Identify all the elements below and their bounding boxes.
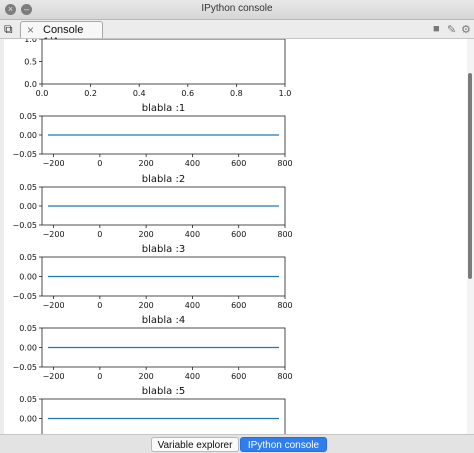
chart-title: blabla :1: [142, 103, 185, 114]
x-tick-label: −200: [43, 159, 65, 168]
tab-ipython-console[interactable]: IPython console: [240, 437, 327, 452]
y-tick-label: 1.0: [24, 39, 37, 44]
y-tick-label: 0.05: [19, 324, 37, 333]
x-tick-label: 600: [231, 372, 246, 381]
chart-title: blabla :4: [142, 315, 185, 326]
x-tick-label: 200: [139, 230, 154, 239]
x-tick-label: 800: [277, 230, 292, 239]
x-tick-label: 200: [139, 372, 154, 381]
x-tick-label: 600: [231, 230, 246, 239]
axes-frame: [41, 39, 286, 85]
x-tick-label: 0: [97, 230, 102, 239]
x-tick-label: 600: [231, 159, 246, 168]
chart-title: blabla :3: [142, 244, 185, 255]
x-tick-label: −200: [43, 230, 65, 239]
x-tick-label: 400: [185, 230, 200, 239]
y-tick-label: 0.05: [19, 253, 37, 262]
console-output[interactable]: 0.0 0.2 0.4 0.6 0.8 1.0 0.0 0.5 1.0 blabla :1 −200…: [4, 39, 467, 434]
eraser-icon[interactable]: ✎: [447, 23, 456, 36]
y-tick-label: 0.00: [19, 131, 37, 140]
y-tick-label: 0.00: [19, 273, 37, 282]
x-tick-label: −200: [43, 301, 65, 310]
x-tick-label: 400: [185, 159, 200, 168]
y-tick-label: 0.5: [24, 58, 37, 67]
y-tick-label: −0.05: [12, 150, 37, 159]
x-tick-label: 800: [277, 372, 292, 381]
x-tick-label: 0: [97, 301, 102, 310]
y-tick-label: −0.05: [12, 292, 37, 301]
y-tick-label: 0.05: [19, 112, 37, 121]
x-tick-label: 0: [97, 372, 102, 381]
stop-icon[interactable]: ■: [433, 23, 440, 35]
x-tick-label: 1.0: [279, 89, 292, 98]
x-tick-label: 600: [231, 301, 246, 310]
tab-variable-explorer[interactable]: Variable explorer: [151, 437, 239, 452]
chart-title: blabla :5: [142, 386, 185, 397]
x-tick-label: 0.6: [181, 89, 194, 98]
x-tick-label: 0.2: [84, 89, 97, 98]
x-tick-label: 0.4: [133, 89, 146, 98]
x-tick-label: 400: [185, 301, 200, 310]
tab-close-icon[interactable]: ×: [27, 23, 34, 37]
y-tick-label: 0.05: [19, 183, 37, 192]
x-tick-label: 200: [139, 301, 154, 310]
x-tick-label: 0.8: [230, 89, 243, 98]
y-tick-label: −0.05: [12, 363, 37, 372]
window-titlebar: × – IPython console: [0, 0, 474, 20]
axes-frame: [41, 398, 286, 434]
y-tick-label: 0.00: [19, 415, 37, 424]
vertical-scrollbar[interactable]: [467, 39, 474, 434]
window-title: IPython console: [201, 3, 273, 14]
x-tick-label: 400: [185, 372, 200, 381]
browse-tabs-icon[interactable]: ⧉: [4, 22, 13, 37]
plots-canvas: 0.0 0.2 0.4 0.6 0.8 1.0 0.0 0.5 1.0 blabla :1 −200…: [12, 39, 293, 434]
y-tick-label: 0.0: [24, 80, 37, 89]
y-tick-label: 0.00: [19, 344, 37, 353]
chart-title: blabla :2: [142, 174, 185, 185]
x-tick-label: 0: [97, 159, 102, 168]
x-tick-label: 800: [277, 301, 292, 310]
gear-icon[interactable]: ⚙: [461, 23, 471, 36]
y-tick-label: 0.00: [19, 202, 37, 211]
console-tabbar: ⧉ × Console 1/A ■ ✎ ⚙: [0, 20, 474, 48]
x-tick-label: 0.0: [36, 89, 49, 98]
tab-console-1a[interactable]: × Console 1/A: [20, 21, 103, 48]
y-tick-label: −0.05: [12, 221, 37, 230]
x-tick-label: 200: [139, 159, 154, 168]
pane-switcher: Variable explorer IPython console: [0, 434, 474, 453]
y-tick-label: 0.05: [19, 395, 37, 404]
scrollbar-thumb[interactable]: [468, 73, 472, 279]
x-tick-label: 800: [277, 159, 292, 168]
x-tick-label: −200: [43, 372, 65, 381]
